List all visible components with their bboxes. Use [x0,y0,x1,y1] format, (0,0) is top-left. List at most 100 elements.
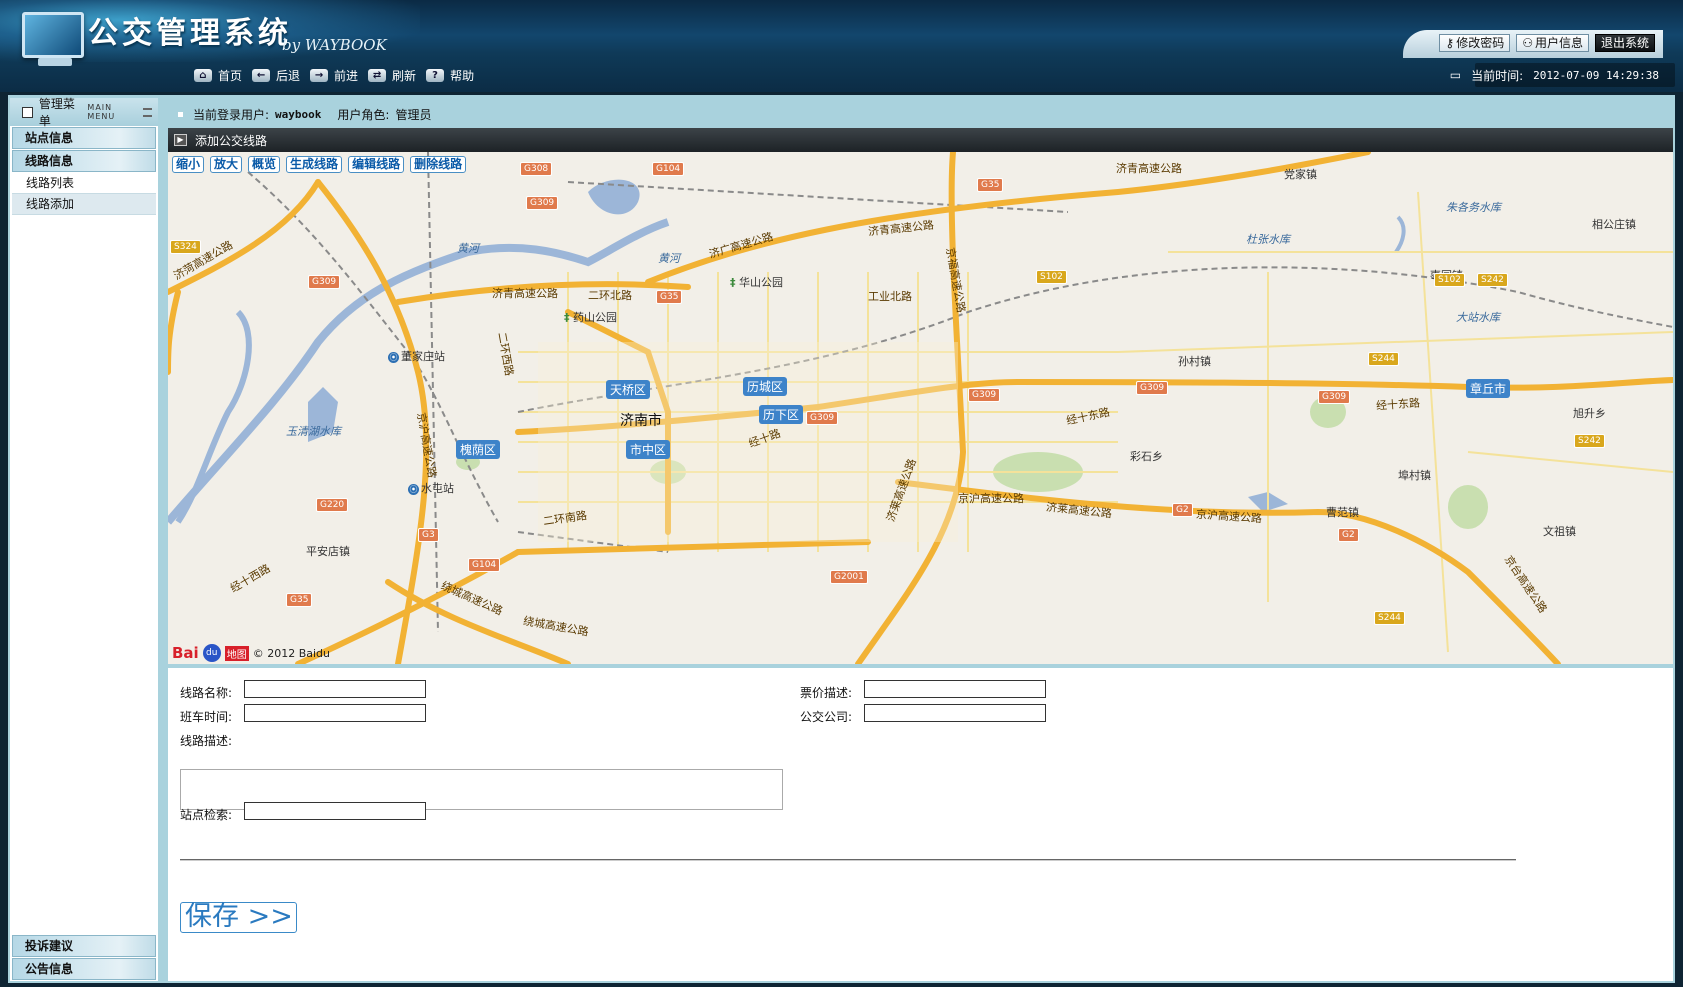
nav-toolbar: ⌂ 首页 ← 后退 → 前进 ⇄ 刷新 ? 帮助 [194,67,474,84]
app-title: 公交管理系统 [88,16,292,51]
app-window: 公交管理系统 by WAYBOOK ⚷ 修改密码 ⚇ 用户信息 退出系统 ⌂ 首页 ←… [0,0,1683,987]
map-road-label: 工业北路 [868,290,912,303]
user-info-button[interactable]: ⚇ 用户信息 [1516,34,1589,52]
route-desc-label: 线路描述: [180,734,233,748]
app-subtitle: by WAYBOOK [282,36,387,54]
map-town-label: 党家镇 [1284,168,1317,181]
map-town-label: 彩石乡 [1130,450,1163,463]
map-highway-shield: G3 [418,528,439,542]
baidu-logo: Bai du 地图 © 2012 Baidu [172,644,330,662]
logout-button[interactable]: 退出系统 [1594,34,1655,52]
map-highway-shield: S242 [1477,273,1508,287]
map-highway-shield: G35 [286,593,313,607]
map-highway-shield: G2 [1338,528,1359,542]
map-highway-shield: G2 [1172,503,1193,517]
map-water-label: 杜张水库 [1246,233,1290,246]
map-highway-shield: G309 [968,388,1001,402]
map-highway-shield: G309 [1318,390,1351,404]
current-role: 管理员 [395,107,432,122]
clock-label: 当前时间: [1471,68,1524,83]
map-overview-button[interactable]: 概览 [248,156,281,173]
map-highway-shield: S244 [1374,611,1405,625]
map-highway-shield: G309 [806,411,839,425]
current-user: waybook [275,107,322,121]
nav-refresh[interactable]: ⇄ 刷新 [368,67,416,84]
nav-back[interactable]: ← 后退 [252,67,300,84]
map-toolbar: 缩小 放大 概览 生成线路 编辑线路 删除线路 [172,156,467,173]
map-water-label: 玉清湖水库 [286,425,341,438]
fare-desc-input[interactable] [864,680,1046,698]
map-water-label: 黄河 [457,242,479,255]
map-highway-shield: G309 [526,196,559,210]
park-icon: ‡ [564,311,570,324]
generate-route-button[interactable]: 生成线路 [286,156,343,173]
map-park-label: ‡ 华山公园 [730,276,783,289]
route-form: 线路名称: 票价描述: 班车时间: 公交公司: 线路描述: 站点检索: 保存 >… [168,668,1673,968]
home-icon: ⌂ [194,69,212,82]
map-town-label: 相公庄镇 [1592,218,1636,231]
map-district-label: 历城区 [743,377,788,396]
play-icon: ▶ [174,134,187,146]
map-road-label: 济青高速公路 [492,287,558,300]
collapse-icon[interactable] [143,107,152,117]
map-highway-shield: G220 [316,498,349,512]
delete-route-button[interactable]: 删除线路 [410,156,467,173]
sidebar-item-notices[interactable]: 公告信息 [12,958,156,980]
map-highway-shield: S324 [170,240,201,254]
route-name-input[interactable] [244,680,426,698]
map-district-label: 市中区 [626,440,671,459]
content-panel: ▶ 添加公交线路 缩小 放大 概览 生成线路 编辑线路 删除线路 济南市 天桥区… [168,128,1673,981]
map-highway-shield: S244 [1368,352,1399,366]
station-icon: ⦿ [408,484,419,495]
map-road-label: 二环北路 [588,289,632,302]
map-town-label: 孙村镇 [1178,355,1211,368]
map-town-label: 埠村镇 [1398,469,1431,482]
station-search-input[interactable] [244,802,426,820]
save-button[interactable]: 保存 >> [180,902,297,933]
map-highway-shield: G35 [977,178,1004,192]
route-map[interactable]: 缩小 放大 概览 生成线路 编辑线路 删除线路 济南市 天桥区 历城区 历下区 … [168,152,1673,668]
top-actions: ⚷ 修改密码 ⚇ 用户信息 退出系统 [1403,30,1663,58]
refresh-icon: ⇄ [368,69,387,82]
map-highway-shield: S242 [1574,434,1605,448]
map-water-label: 朱各务水库 [1446,201,1501,214]
header: 公交管理系统 by WAYBOOK ⚷ 修改密码 ⚇ 用户信息 退出系统 ⌂ 首页 ←… [0,0,1683,92]
change-password-button[interactable]: ⚷ 修改密码 [1439,34,1511,52]
map-park-label: ‡ 药山公园 [564,311,617,324]
map-district-label: 槐荫区 [456,440,501,459]
map-road-label: 京沪高速公路 [958,492,1024,505]
clock-value: 2012-07-09 14:29:38 [1533,68,1659,82]
forward-icon: → [310,69,329,82]
map-station-label: ⦿ 董家庄站 [388,350,445,363]
sidebar-item-complaints[interactable]: 投诉建议 [12,935,156,957]
nav-home[interactable]: ⌂ 首页 [194,67,242,84]
map-district-label: 章丘市 [1466,379,1511,398]
map-district-label: 天桥区 [606,380,651,399]
sidebar: 管理菜单 MAIN MENU 站点信息 线路信息 线路列表 线路添加 投诉建议 … [10,97,158,981]
map-highway-shield: S102 [1434,273,1465,287]
screen-icon: ▭ [1449,68,1462,82]
bus-time-input[interactable] [244,704,426,722]
map-road-label: 济青高速公路 [1116,162,1182,175]
sidebar-item-routes[interactable]: 线路信息 [12,150,156,172]
map-highway-shield: S102 [1036,270,1067,284]
company-input[interactable] [864,704,1046,722]
nav-forward[interactable]: → 前进 [310,67,358,84]
map-town-label: 旭升乡 [1573,407,1606,420]
sidebar-item-route-list[interactable]: 线路列表 [12,173,156,194]
map-highway-shield: G309 [1136,381,1169,395]
station-icon: ⦿ [388,352,399,363]
sidebar-item-stations[interactable]: 站点信息 [12,127,156,149]
divider [180,859,1516,861]
nav-help[interactable]: ? 帮助 [426,67,474,84]
edit-route-button[interactable]: 编辑线路 [348,156,405,173]
help-icon: ? [426,69,445,82]
map-town-label: 曹范镇 [1326,506,1359,519]
park-icon: ‡ [730,276,736,289]
map-zoom-in-button[interactable]: 放大 [210,156,243,173]
map-zoom-out-button[interactable]: 缩小 [172,156,205,173]
map-town-label: 文祖镇 [1543,525,1576,538]
section-header: ▶ 添加公交线路 [168,128,1673,152]
sidebar-item-route-add[interactable]: 线路添加 [12,194,156,215]
station-search-label: 站点检索: [180,808,233,822]
